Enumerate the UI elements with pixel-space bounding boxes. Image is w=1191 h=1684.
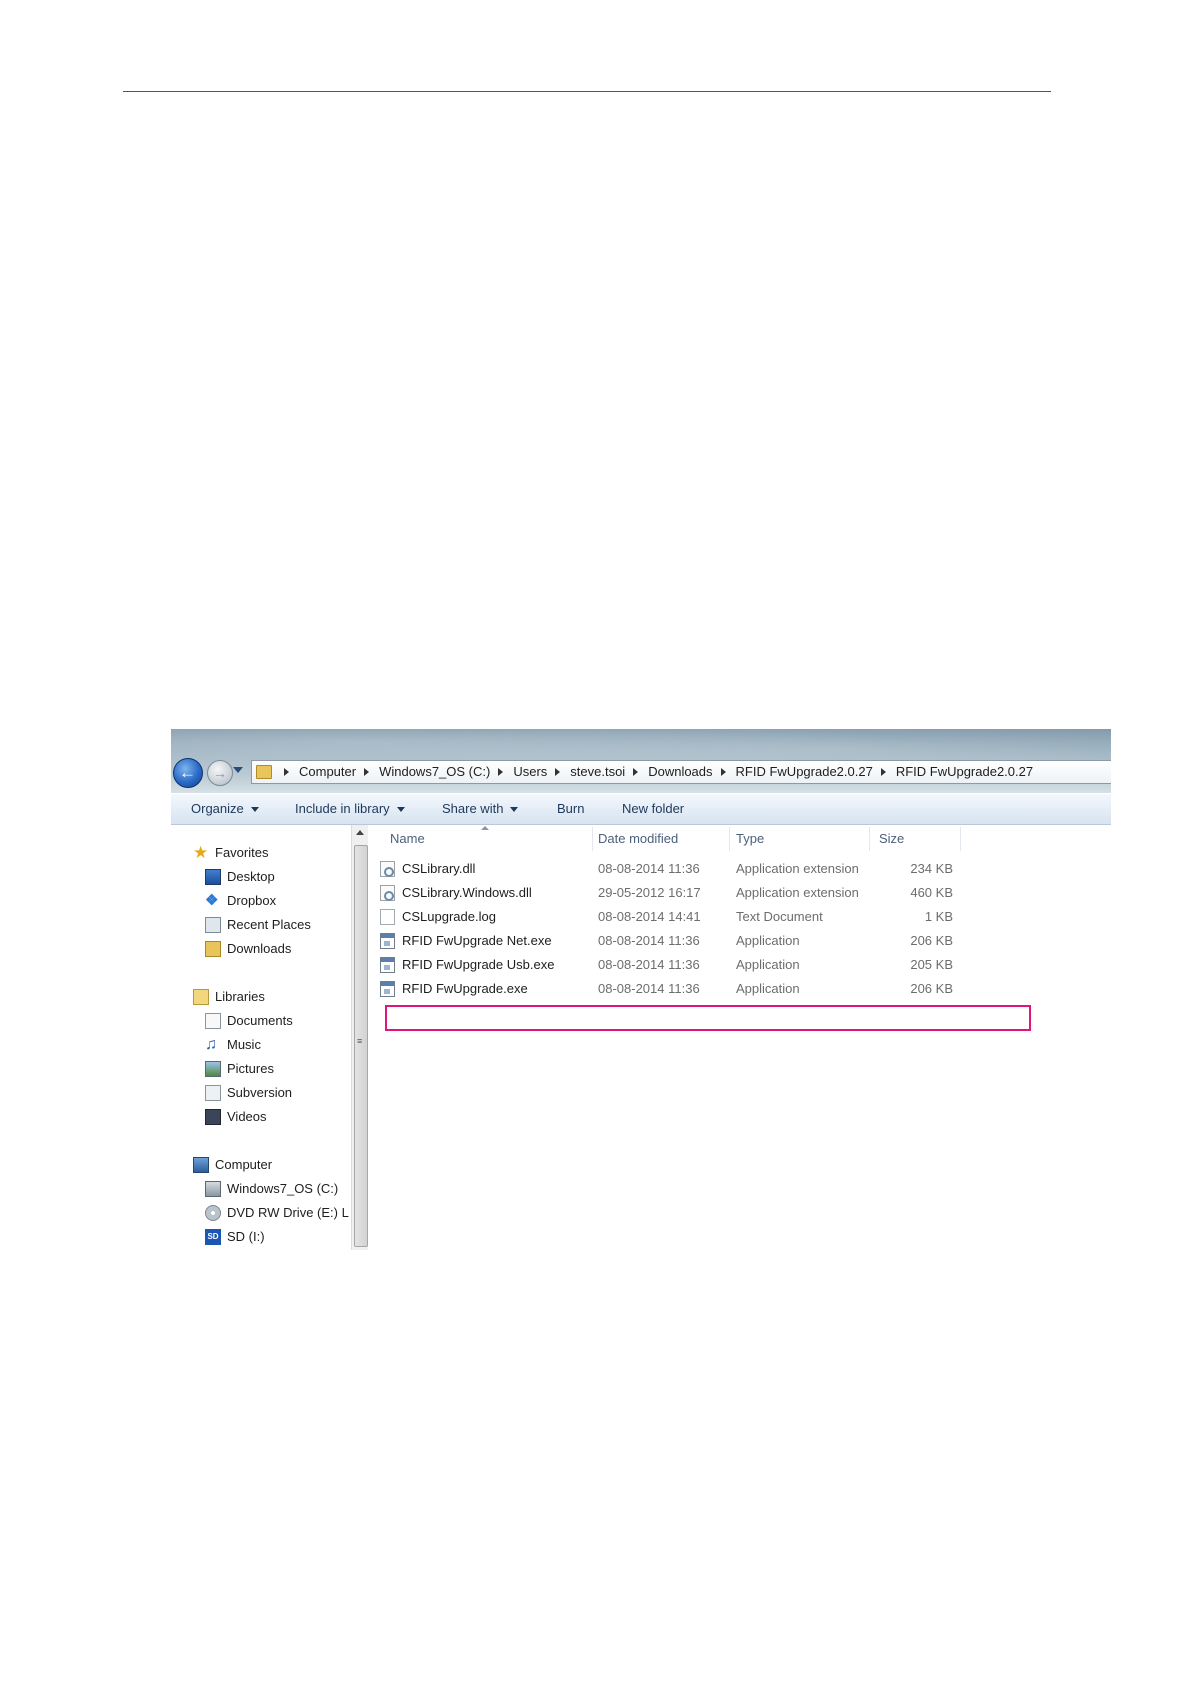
star-icon: ★ bbox=[193, 843, 209, 862]
file-row[interactable]: RFID FwUpgrade Net.exe 08-08-2014 11:36 … bbox=[368, 929, 1111, 953]
chevron-right-icon[interactable] bbox=[633, 768, 639, 777]
scroll-up-arrow-icon[interactable] bbox=[356, 830, 364, 835]
organize-button[interactable]: Organize bbox=[191, 794, 259, 824]
column-header-date-modified[interactable]: Date modified bbox=[598, 825, 678, 853]
pictures-icon bbox=[205, 1061, 221, 1077]
libraries-icon bbox=[193, 989, 209, 1005]
sort-ascending-icon bbox=[481, 826, 489, 830]
breadcrumb-rfid-subfolder[interactable]: RFID FwUpgrade2.0.27 bbox=[896, 764, 1033, 779]
burn-button[interactable]: Burn bbox=[557, 794, 584, 824]
desktop-icon bbox=[205, 869, 221, 885]
recent-places-icon bbox=[205, 917, 221, 933]
column-header-size[interactable]: Size bbox=[879, 825, 904, 853]
command-bar: Organize Include in library Share with B… bbox=[171, 793, 1111, 825]
navigation-pane: ★ Favorites Desktop ❖ Dropbox Recent Pla… bbox=[171, 825, 351, 1250]
application-icon bbox=[380, 957, 395, 973]
column-header-name[interactable]: Name bbox=[390, 825, 425, 853]
chevron-right-icon[interactable] bbox=[364, 768, 370, 777]
computer-icon bbox=[193, 1157, 209, 1173]
column-divider[interactable] bbox=[729, 827, 730, 851]
file-row[interactable]: CSLupgrade.log 08-08-2014 14:41 Text Doc… bbox=[368, 905, 1111, 929]
navigation-pane-scrollbar[interactable]: ≡ bbox=[351, 825, 369, 1250]
chevron-down-icon bbox=[250, 807, 259, 813]
breadcrumb-user[interactable]: steve.tsoi bbox=[570, 764, 625, 779]
chevron-right-icon[interactable] bbox=[880, 768, 886, 777]
videos-icon bbox=[205, 1109, 221, 1125]
application-icon bbox=[380, 981, 395, 997]
chevron-right-icon[interactable] bbox=[284, 768, 289, 777]
column-divider[interactable] bbox=[960, 827, 961, 851]
file-row[interactable]: CSLibrary.Windows.dll 29-05-2012 16:17 A… bbox=[368, 881, 1111, 905]
new-folder-button[interactable]: New folder bbox=[622, 794, 684, 824]
file-row[interactable]: RFID FwUpgrade Usb.exe 08-08-2014 11:36 … bbox=[368, 953, 1111, 977]
downloads-folder-icon bbox=[205, 941, 221, 957]
chevron-right-icon[interactable] bbox=[498, 768, 504, 777]
chevron-right-icon[interactable] bbox=[555, 768, 561, 777]
title-bar: ← → Computer Windows7_OS (C:) Users steve.t… bbox=[171, 729, 1111, 793]
file-row-highlighted[interactable]: RFID FwUpgrade.exe 08-08-2014 11:36 Appl… bbox=[368, 977, 1111, 1001]
breadcrumb-rfid-folder[interactable]: RFID FwUpgrade2.0.27 bbox=[736, 764, 873, 779]
file-list: Name Date modified Type Size CSLibrary.d… bbox=[368, 825, 1111, 1250]
dll-icon bbox=[380, 861, 395, 877]
recent-pages-dropdown-icon[interactable] bbox=[233, 767, 243, 773]
breadcrumb-windows-os[interactable]: Windows7_OS (C:) bbox=[379, 764, 490, 779]
back-arrow-icon: ← bbox=[179, 763, 196, 782]
breadcrumb: Computer Windows7_OS (C:) Users steve.tsoi D… bbox=[276, 761, 1033, 783]
subversion-library-icon bbox=[205, 1085, 221, 1101]
include-in-library-button[interactable]: Include in library bbox=[295, 794, 405, 824]
address-bar[interactable]: Computer Windows7_OS (C:) Users steve.tsoi D… bbox=[251, 760, 1111, 784]
dll-icon bbox=[380, 885, 395, 901]
breadcrumb-users[interactable]: Users bbox=[513, 764, 547, 779]
music-note-icon: ♫ bbox=[205, 1036, 217, 1053]
explorer-window-screenshot: ← → Computer Windows7_OS (C:) Users steve.t… bbox=[171, 729, 1111, 1250]
chevron-down-icon bbox=[396, 807, 405, 813]
dvd-drive-icon bbox=[205, 1205, 221, 1221]
annotation-highlight-box bbox=[385, 1005, 1031, 1031]
page-header-rule bbox=[123, 91, 1051, 92]
breadcrumb-downloads[interactable]: Downloads bbox=[648, 764, 712, 779]
file-row[interactable]: CSLibrary.dll 08-08-2014 11:36 Applicati… bbox=[368, 857, 1111, 881]
documents-icon bbox=[205, 1013, 221, 1029]
breadcrumb-computer[interactable]: Computer bbox=[299, 764, 356, 779]
sd-card-icon: SD bbox=[205, 1229, 221, 1245]
text-document-icon bbox=[380, 909, 395, 925]
column-divider[interactable] bbox=[592, 827, 593, 851]
column-divider[interactable] bbox=[869, 827, 870, 851]
scrollbar-grip-icon: ≡ bbox=[357, 1036, 363, 1046]
application-icon bbox=[380, 933, 395, 949]
forward-button[interactable]: → bbox=[207, 760, 233, 786]
forward-arrow-icon: → bbox=[213, 765, 227, 781]
share-with-button[interactable]: Share with bbox=[442, 794, 519, 824]
back-button[interactable]: ← bbox=[173, 758, 203, 788]
column-header-type[interactable]: Type bbox=[736, 825, 764, 853]
hard-drive-icon bbox=[205, 1181, 221, 1197]
chevron-right-icon[interactable] bbox=[720, 768, 726, 777]
folder-icon bbox=[256, 765, 272, 779]
chevron-down-icon bbox=[510, 807, 519, 813]
scrollbar-thumb[interactable] bbox=[354, 845, 368, 1247]
dropbox-icon: ❖ bbox=[205, 892, 219, 909]
